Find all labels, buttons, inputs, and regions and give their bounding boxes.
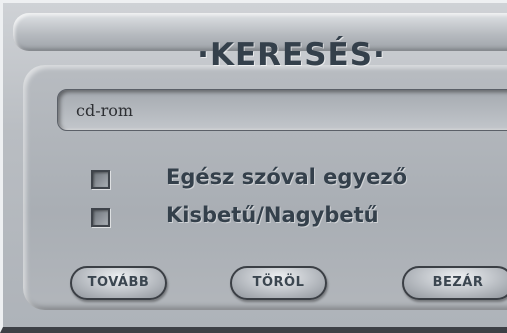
whole-word-label: Egész szóval egyező [166, 165, 408, 189]
clear-button[interactable]: TÖRÖL [230, 266, 327, 300]
search-input-value: cd-rom [76, 101, 134, 120]
next-button[interactable]: TOVÁBB [70, 266, 167, 300]
dialog-title: ·KERESÉS· [197, 37, 386, 73]
match-case-label: Kisbetű/Nagybetű [166, 203, 379, 227]
search-dialog: ·KERESÉS· cd-rom Egész szóval egyező Kis… [0, 0, 507, 333]
match-case-checkbox[interactable] [91, 208, 110, 227]
search-input[interactable]: cd-rom [57, 89, 507, 131]
whole-word-checkbox[interactable] [91, 170, 110, 189]
close-button[interactable]: BEZÁR [402, 266, 507, 300]
